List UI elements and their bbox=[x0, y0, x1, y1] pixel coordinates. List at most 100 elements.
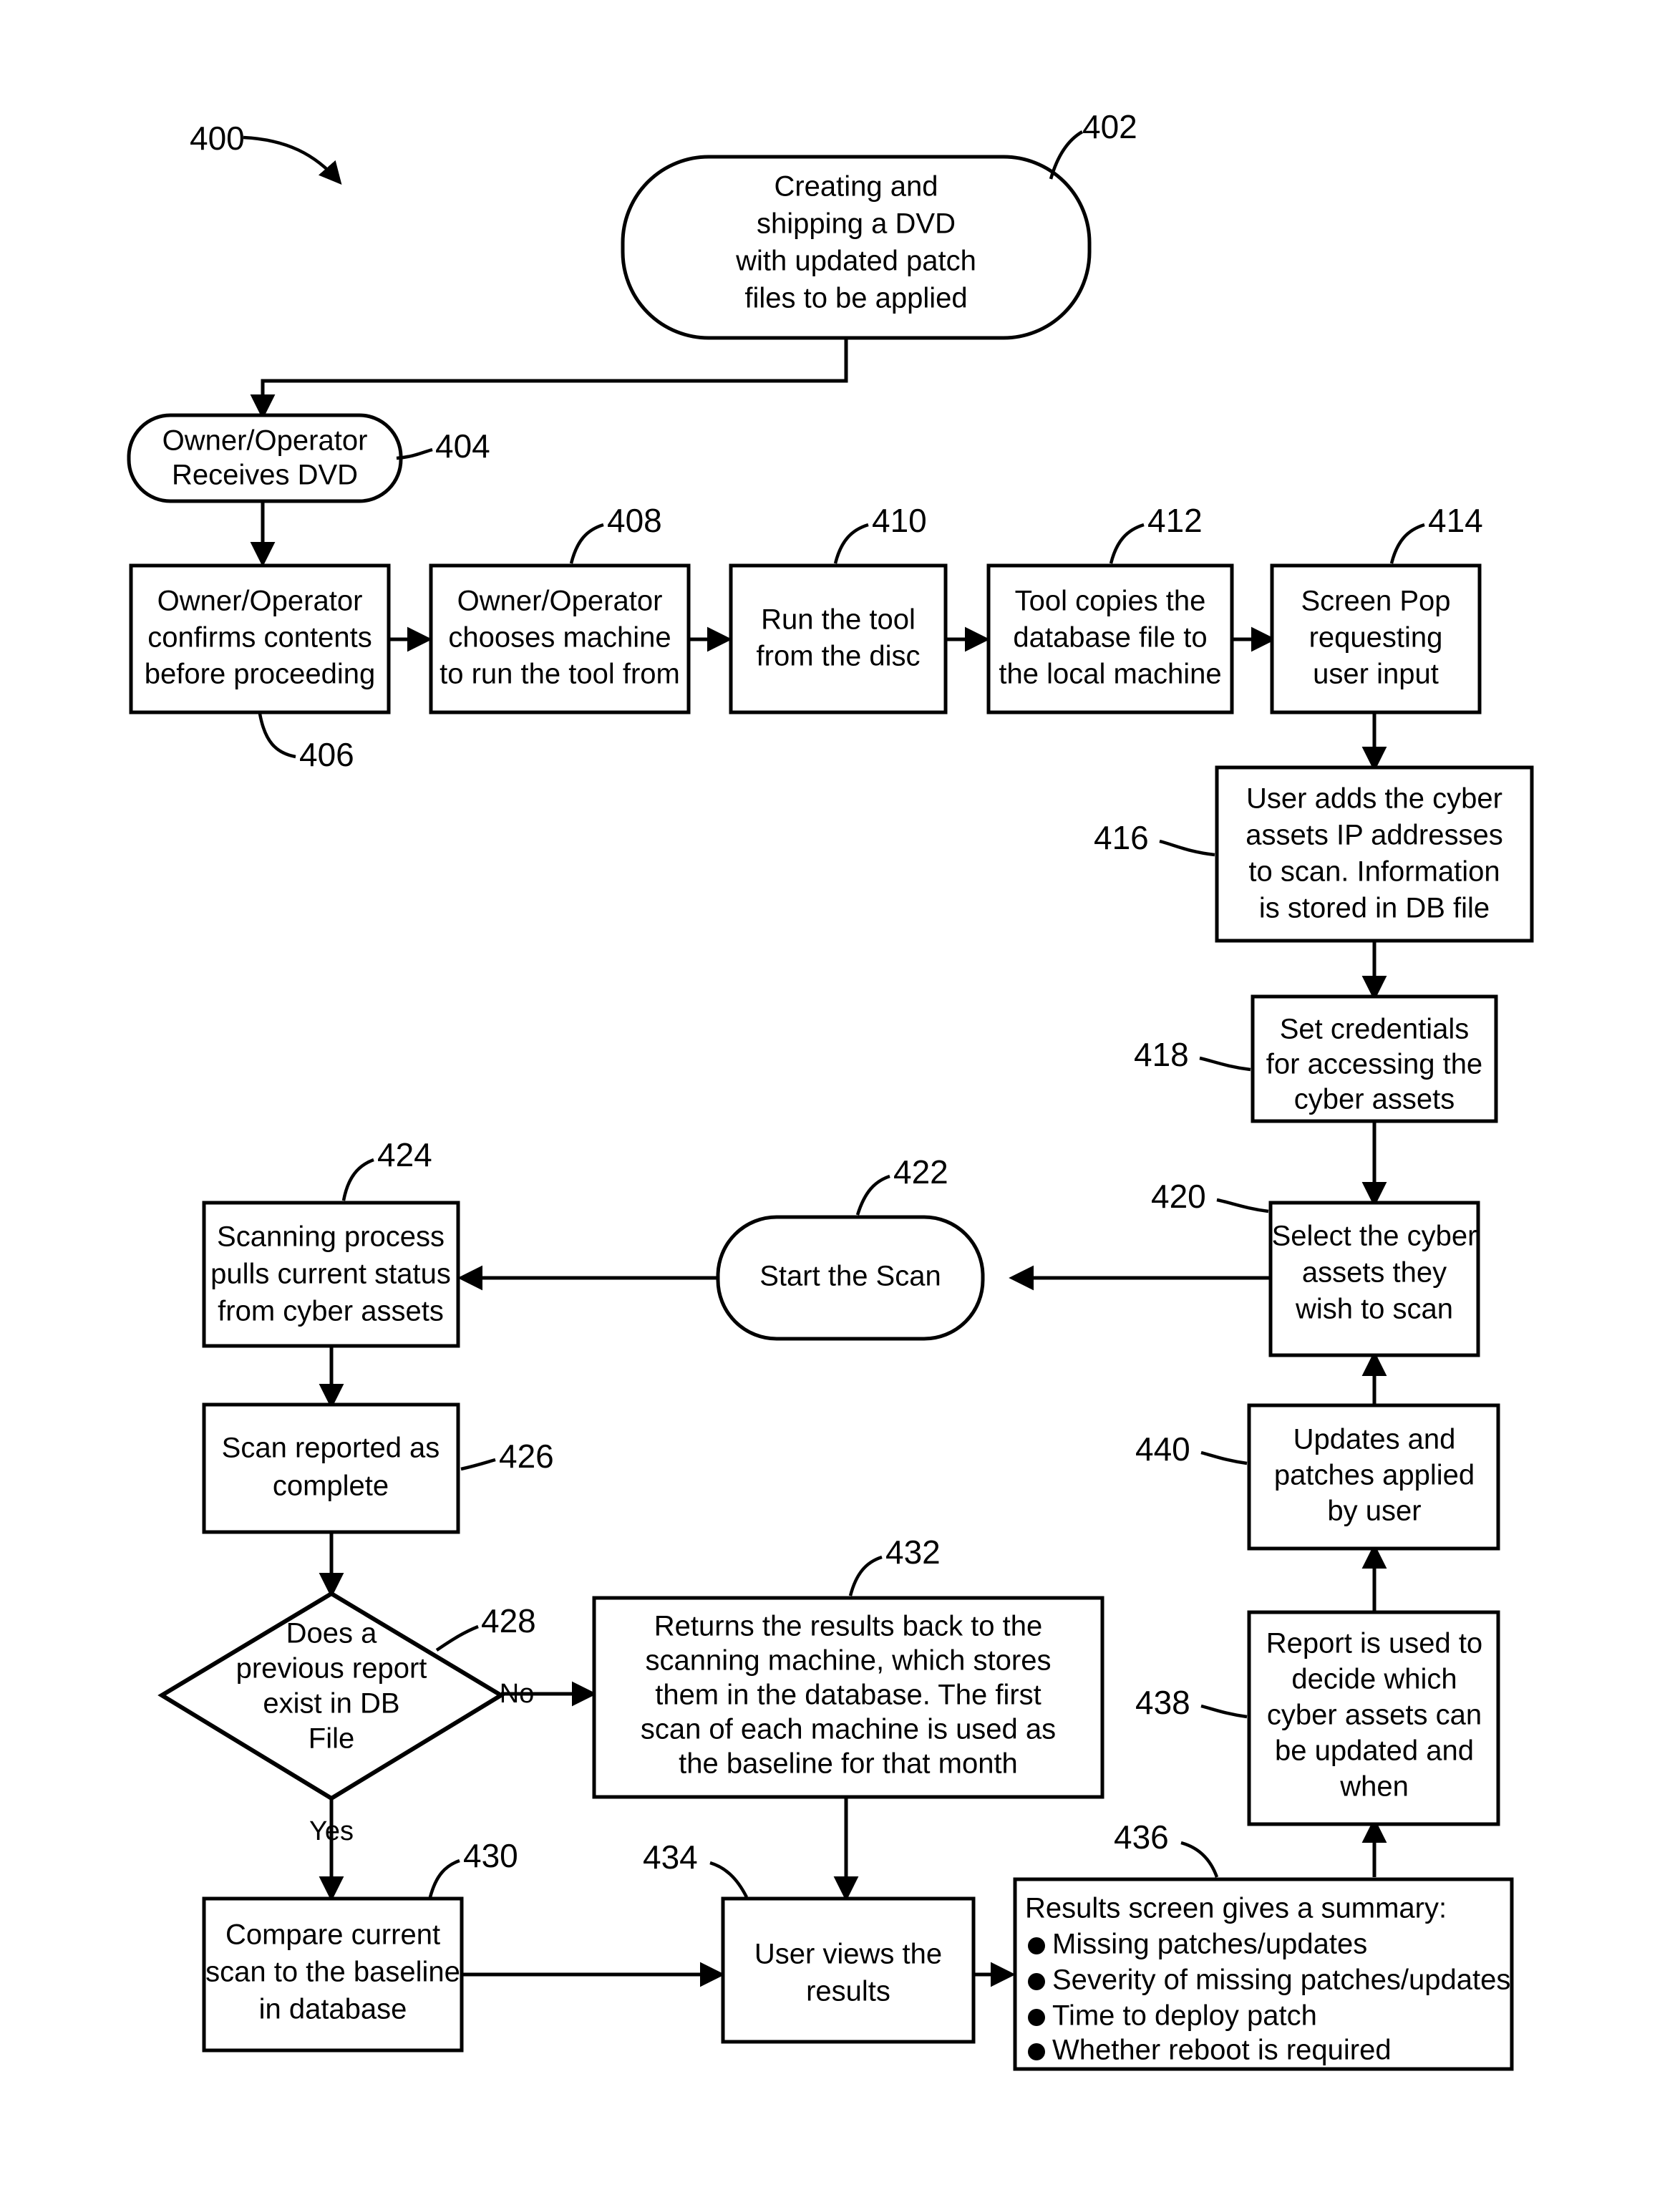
node-440-line-2: by user bbox=[1327, 1496, 1421, 1527]
node-438-ref-leader bbox=[1200, 1704, 1248, 1719]
node-426-ref-leader bbox=[460, 1458, 496, 1471]
node-426-shape[interactable] bbox=[202, 1402, 460, 1534]
node-426[interactable]: Scan reported as complete 426 bbox=[202, 1402, 554, 1534]
node-428-line-2: exist in DB bbox=[263, 1688, 399, 1720]
node-412[interactable]: Tool copies the database file to the loc… bbox=[986, 502, 1234, 714]
node-410-line-0: Run the tool bbox=[761, 604, 916, 636]
bullet-dot-icon bbox=[1028, 2043, 1045, 2060]
node-438-line-1: decide which bbox=[1291, 1664, 1457, 1695]
node-406[interactable]: Owner/Operator confirms contents before … bbox=[129, 563, 391, 773]
node-432[interactable]: Returns the results back to the scanning… bbox=[592, 1533, 1104, 1799]
node-434[interactable]: User views the results 434 bbox=[643, 1838, 976, 2044]
node-438[interactable]: Report is used to decide which cyber ass… bbox=[1135, 1610, 1500, 1826]
node-420-line-1: assets they bbox=[1302, 1257, 1447, 1289]
node-412-line-0: Tool copies the bbox=[1015, 586, 1206, 617]
node-426-line-0: Scan reported as bbox=[222, 1433, 440, 1464]
node-408-line-1: chooses machine bbox=[448, 622, 671, 654]
connector-402-to-404 bbox=[250, 338, 848, 420]
node-402-ref-leader bbox=[1049, 130, 1084, 180]
node-412-line-1: database file to bbox=[1013, 622, 1207, 654]
node-430[interactable]: Compare current scan to the baseline in … bbox=[202, 1837, 518, 2053]
figure-ref-400: 400 bbox=[190, 120, 342, 185]
flowchart-canvas: 400 Creating and shipping a DVD with upd… bbox=[127, 108, 1534, 2071]
patent-flowchart-figure: 400 Creating and shipping a DVD with upd… bbox=[0, 0, 1680, 2200]
node-418[interactable]: Set credentials for accessing the cyber … bbox=[1134, 994, 1498, 1123]
node-432-ref-label: 432 bbox=[885, 1533, 941, 1571]
node-406-ref-leader bbox=[258, 713, 296, 759]
node-406-line-2: before proceeding bbox=[145, 659, 375, 690]
node-420-ref-label: 420 bbox=[1151, 1178, 1206, 1215]
node-428-line-3: File bbox=[309, 1723, 354, 1755]
node-422-ref-label: 422 bbox=[893, 1153, 948, 1191]
node-422[interactable]: Start the Scan 422 bbox=[716, 1153, 985, 1341]
node-434-line-1: results bbox=[806, 1976, 890, 2007]
node-408-line-0: Owner/Operator bbox=[457, 586, 663, 617]
node-436-bullet-0: Missing patches/updates bbox=[1052, 1929, 1367, 1960]
node-416-line-1: assets IP addresses bbox=[1246, 820, 1502, 851]
node-408[interactable]: Owner/Operator chooses machine to run th… bbox=[429, 502, 691, 714]
node-432-line-1: scanning machine, which stores bbox=[646, 1645, 1052, 1677]
node-430-ref-leader bbox=[428, 1859, 460, 1898]
node-440-line-0: Updates and bbox=[1293, 1424, 1456, 1455]
node-424[interactable]: Scanning process pulls current status fr… bbox=[202, 1136, 460, 1348]
node-416-line-3: is stored in DB file bbox=[1259, 893, 1490, 924]
node-418-ref-leader bbox=[1199, 1056, 1251, 1072]
node-404[interactable]: Owner/Operator Receives DVD 404 bbox=[127, 413, 490, 503]
node-436-ref-label: 436 bbox=[1114, 1818, 1169, 1856]
node-406-ref-label: 406 bbox=[299, 736, 354, 773]
node-434-shape[interactable] bbox=[721, 1896, 976, 2044]
node-410-ref-label: 410 bbox=[872, 502, 927, 539]
node-428[interactable]: Does a previous report exist in DB File … bbox=[157, 1591, 536, 1846]
node-428-line-0: Does a bbox=[286, 1618, 377, 1649]
figure-ref-400-label: 400 bbox=[190, 120, 245, 157]
node-438-line-4: when bbox=[1339, 1771, 1409, 1803]
node-422-line-0: Start the Scan bbox=[759, 1261, 941, 1292]
node-404-line-0: Owner/Operator bbox=[162, 425, 368, 457]
node-420-line-2: wish to scan bbox=[1295, 1294, 1453, 1325]
node-410-line-1: from the disc bbox=[757, 641, 921, 672]
node-414-ref-leader bbox=[1389, 523, 1425, 564]
node-438-line-0: Report is used to bbox=[1266, 1628, 1482, 1659]
node-412-line-2: the local machine bbox=[999, 659, 1221, 690]
node-432-line-4: the baseline for that month bbox=[679, 1748, 1018, 1780]
node-432-line-3: scan of each machine is used as bbox=[641, 1714, 1056, 1745]
node-440-ref-leader bbox=[1200, 1450, 1248, 1465]
node-408-ref-label: 408 bbox=[607, 502, 662, 539]
node-414[interactable]: Screen Pop requesting user input 414 bbox=[1270, 502, 1483, 714]
edge-label-yes: Yes bbox=[309, 1816, 354, 1846]
node-424-line-0: Scanning process bbox=[217, 1221, 445, 1253]
node-426-line-1: complete bbox=[273, 1470, 389, 1502]
node-424-ref-label: 424 bbox=[377, 1136, 432, 1173]
node-408-line-2: to run the tool from bbox=[440, 659, 680, 690]
node-416-line-2: to scan. Information bbox=[1248, 856, 1500, 888]
node-428-line-1: previous report bbox=[236, 1653, 427, 1685]
node-410[interactable]: Run the tool from the disc 410 bbox=[729, 502, 948, 714]
node-434-ref-leader bbox=[709, 1861, 749, 1899]
node-438-ref-label: 438 bbox=[1135, 1684, 1190, 1721]
node-434-ref-label: 434 bbox=[643, 1838, 698, 1876]
node-432-ref-leader bbox=[848, 1555, 883, 1596]
node-418-line-2: cyber assets bbox=[1294, 1084, 1455, 1115]
node-404-line-1: Receives DVD bbox=[172, 460, 358, 491]
node-432-line-0: Returns the results back to the bbox=[654, 1611, 1043, 1642]
node-410-shape[interactable] bbox=[729, 563, 948, 714]
edge-label-no: No bbox=[500, 1679, 535, 1709]
node-424-line-1: pulls current status bbox=[210, 1259, 451, 1290]
node-436-bullet-1: Severity of missing patches/updates bbox=[1052, 1964, 1510, 1996]
node-420[interactable]: Select the cyber assets they wish to sca… bbox=[1151, 1178, 1480, 1357]
bullet-dot-icon bbox=[1028, 1937, 1045, 1954]
node-402[interactable]: Creating and shipping a DVD with updated… bbox=[621, 108, 1137, 340]
node-422-ref-leader bbox=[855, 1174, 890, 1216]
node-412-ref-label: 412 bbox=[1147, 502, 1203, 539]
node-416[interactable]: User adds the cyber assets IP addresses … bbox=[1094, 765, 1534, 943]
node-436-ref-leader bbox=[1180, 1841, 1219, 1878]
node-406-line-0: Owner/Operator bbox=[157, 586, 363, 617]
node-430-line-0: Compare current bbox=[225, 1919, 440, 1951]
node-436[interactable]: Results screen gives a summary: Missing … bbox=[1013, 1818, 1514, 2071]
node-402-line-2: with updated patch bbox=[735, 246, 976, 277]
node-420-ref-leader bbox=[1216, 1198, 1269, 1213]
node-440[interactable]: Updates and patches applied by user 440 bbox=[1135, 1403, 1500, 1551]
node-424-ref-leader bbox=[341, 1158, 374, 1201]
node-412-ref-leader bbox=[1109, 523, 1145, 564]
node-418-ref-label: 418 bbox=[1134, 1036, 1189, 1073]
